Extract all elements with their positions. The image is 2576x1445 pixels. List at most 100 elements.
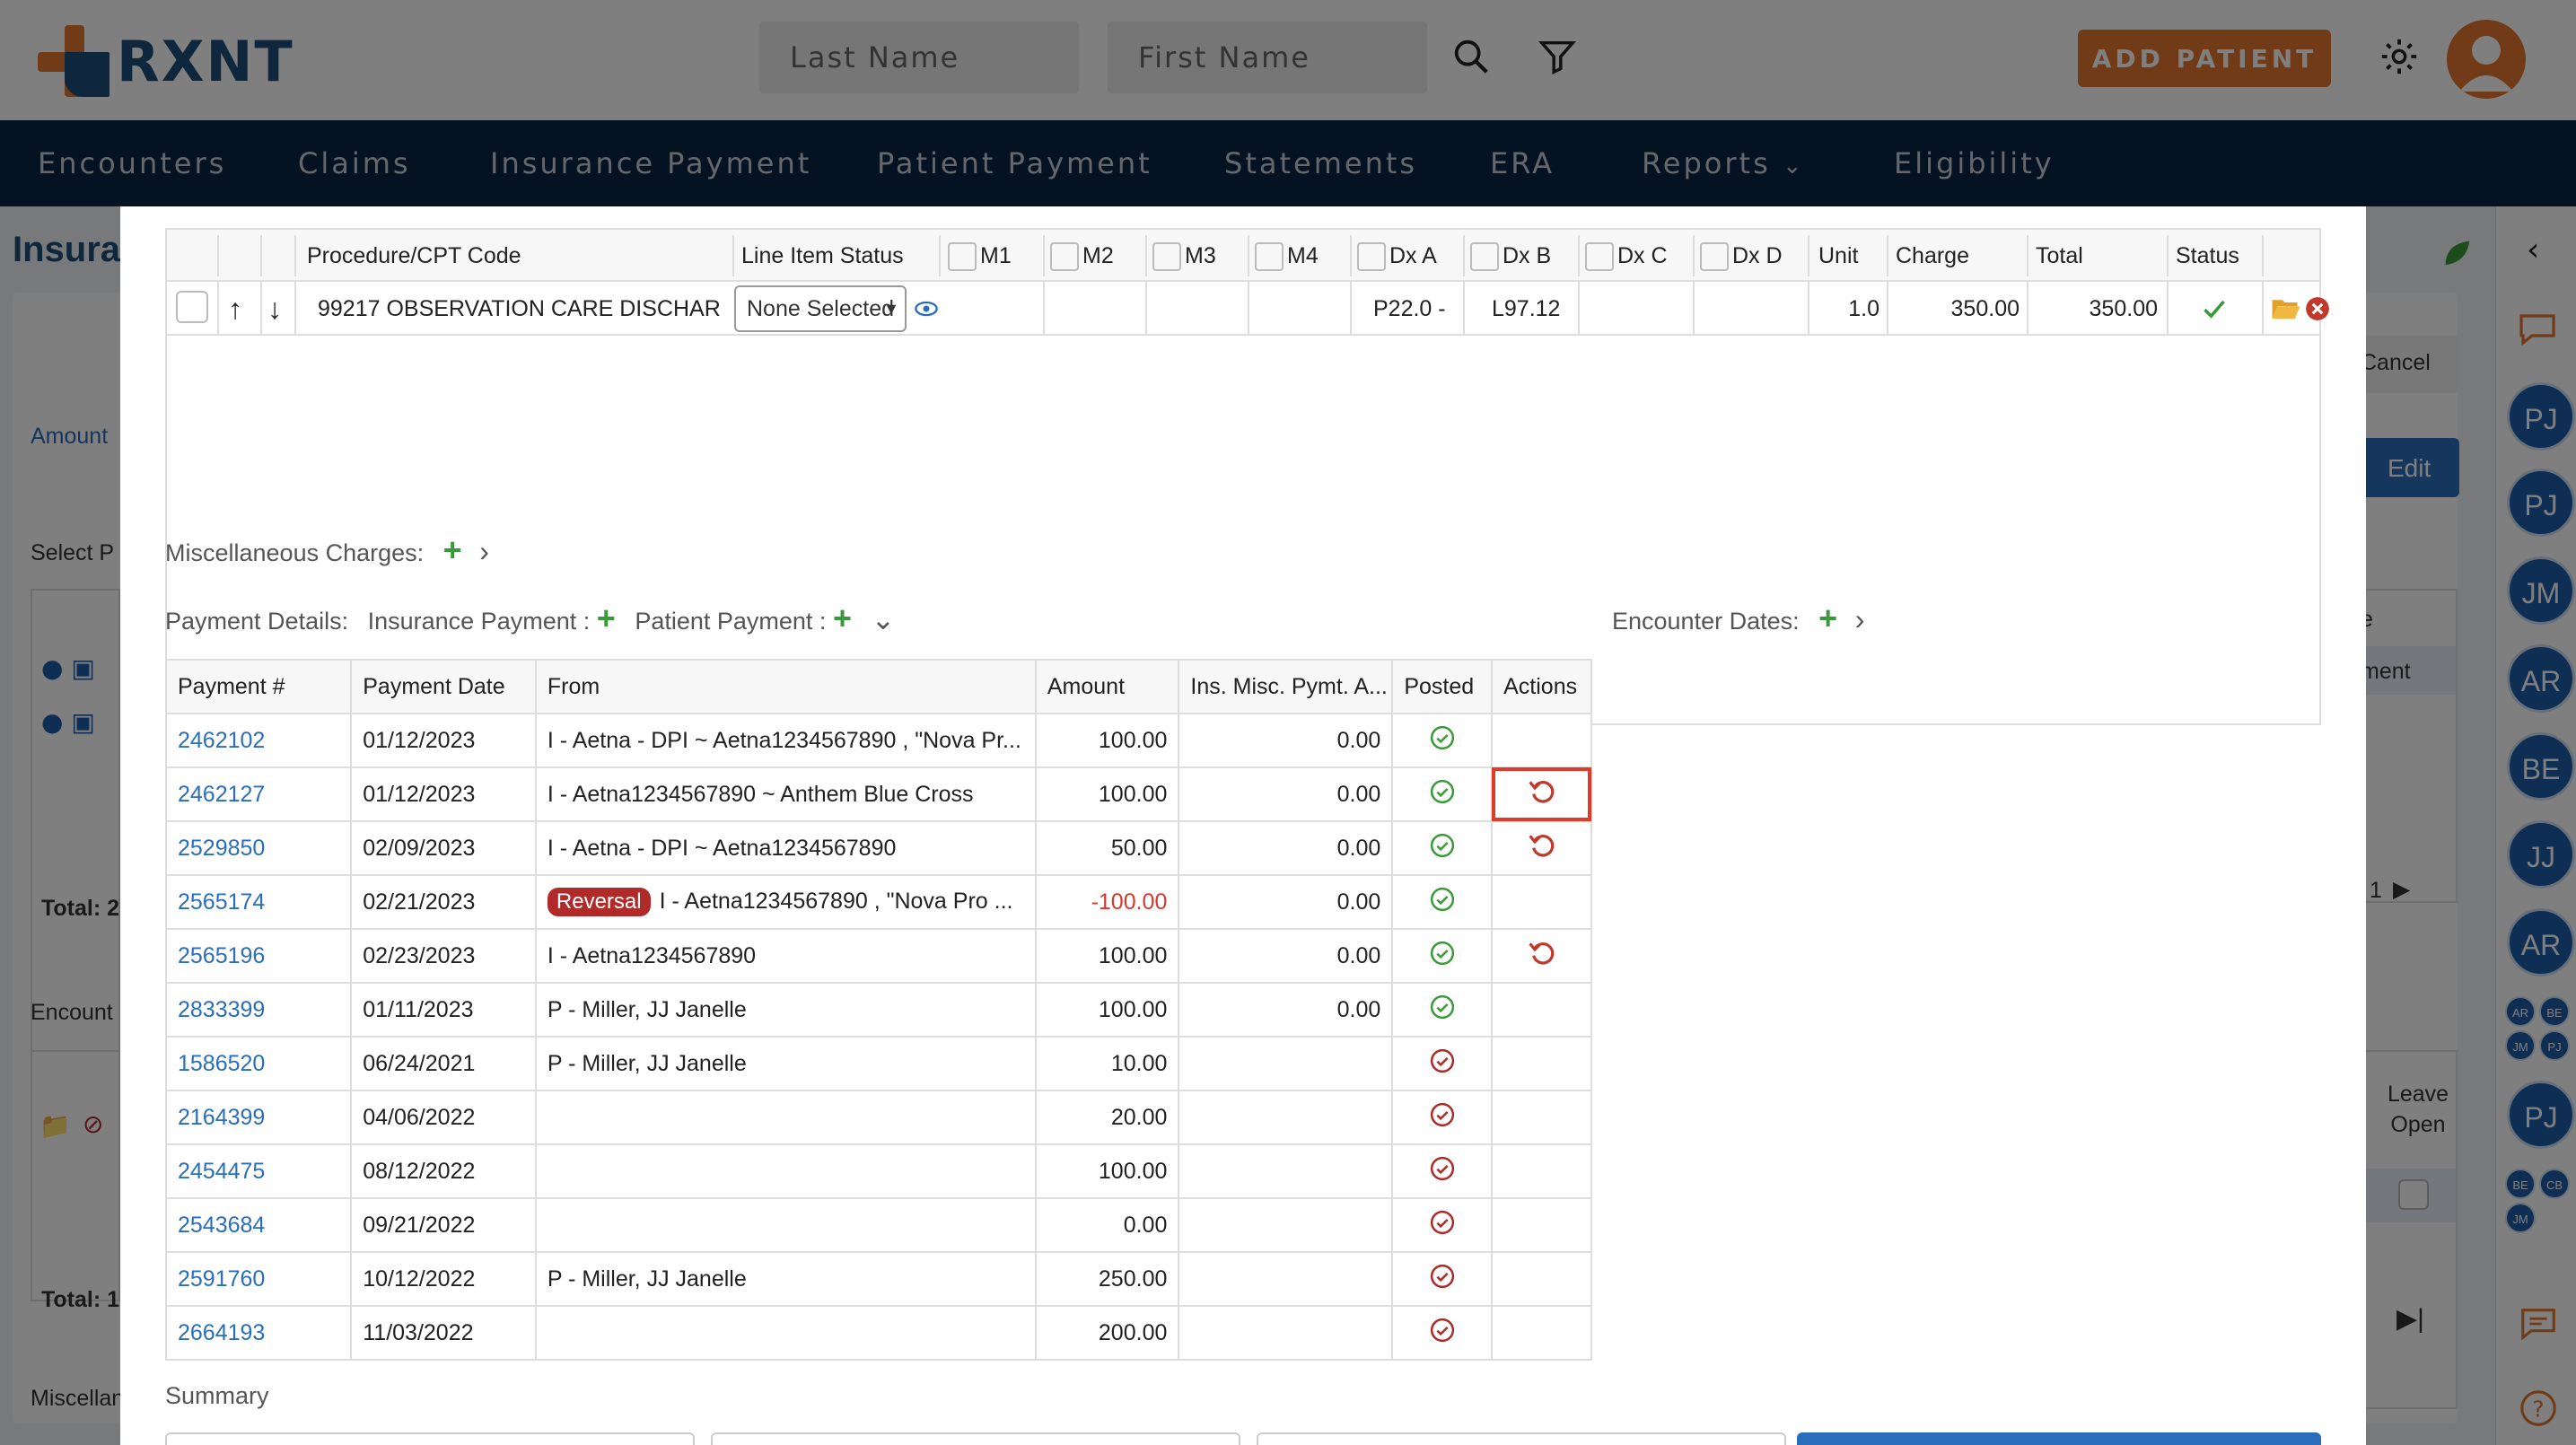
payment-number-link[interactable]: 2164399 — [164, 1090, 353, 1145]
chevron-right-icon[interactable]: › — [479, 535, 489, 567]
payment-actions-cell[interactable] — [1491, 766, 1592, 822]
payment-row[interactable]: 2565196 02/23/2023 I - Aetna1234567890 100.… — [164, 928, 1592, 984]
payment-actions-cell — [1491, 1197, 1592, 1253]
m1-checkbox[interactable] — [948, 242, 977, 272]
col-unit: Unit — [1818, 243, 1859, 268]
payment-number-link[interactable]: 2591760 — [164, 1251, 353, 1307]
col-payment-number[interactable]: Payment # — [164, 659, 353, 714]
folder-open-icon[interactable] — [2271, 296, 2301, 321]
payment-amount: 20.00 — [1034, 1090, 1180, 1145]
encounter-modal: Procedure/CPT Code Line Item Status M1 M… — [120, 206, 2366, 1445]
payment-from: Reversal I - Aetna1234567890 , "Nova Pro … — [534, 874, 1037, 930]
payment-number-link[interactable]: 2565174 — [164, 874, 353, 930]
payments-header-row: Payment # Payment Date From Amount Ins. … — [164, 659, 1592, 714]
eye-icon[interactable] — [914, 298, 939, 320]
payment-row[interactable]: 2664193 11/03/2022 200.00 — [164, 1305, 1592, 1361]
payment-number-link[interactable]: 2454475 — [164, 1143, 353, 1199]
row-select-checkbox[interactable] — [176, 291, 208, 323]
summary-label: Summary — [165, 1382, 269, 1409]
dx-c-checkbox[interactable] — [1585, 242, 1614, 272]
payment-number-link[interactable]: 2529850 — [164, 820, 353, 876]
encounter-dates-section: Encounter Dates: + › — [1612, 600, 1864, 637]
col-posted[interactable]: Posted — [1391, 659, 1494, 714]
payment-row[interactable]: 2565174 02/21/2023 Reversal I - Aetna123456… — [164, 874, 1592, 930]
col-ins-misc-payment[interactable]: Ins. Misc. Pymt. A... — [1178, 659, 1394, 714]
reverse-payment-icon[interactable] — [1528, 777, 1556, 806]
column-divider — [1248, 235, 1249, 276]
procedure-code-value[interactable]: 99217 OBSERVATION CARE DISCHAR — [318, 282, 729, 336]
dx-b-checkbox[interactable] — [1470, 242, 1499, 272]
unit-value[interactable]: 1.0 — [1815, 282, 1879, 336]
column-divider — [294, 235, 296, 276]
chevron-right-icon[interactable]: › — [1855, 603, 1865, 635]
payment-posted-status — [1391, 1036, 1494, 1091]
payment-from — [534, 1305, 1037, 1361]
payment-ins-misc: 0.00 — [1178, 928, 1394, 984]
dx-a-value[interactable]: P22.0 - — [1373, 282, 1459, 336]
m2-checkbox[interactable] — [1050, 242, 1079, 272]
payment-number-link[interactable]: 2833399 — [164, 982, 353, 1038]
payment-row[interactable]: 2833399 01/11/2023 P - Miller, JJ Janelle 1… — [164, 982, 1592, 1038]
col-status: Status — [2176, 243, 2239, 268]
delete-icon[interactable] — [2305, 296, 2330, 321]
col-charge: Charge — [1896, 243, 1969, 268]
move-up-icon[interactable]: ↑ — [228, 282, 242, 336]
payment-from — [534, 1143, 1037, 1199]
m3-checkbox[interactable] — [1152, 242, 1181, 272]
payment-row[interactable]: 2462127 01/12/2023 I - Aetna1234567890 ~ A… — [164, 766, 1592, 822]
add-patient-payment-icon[interactable]: + — [833, 600, 852, 636]
payment-row[interactable]: 2543684 09/21/2022 0.00 — [164, 1197, 1592, 1253]
col-amount[interactable]: Amount — [1034, 659, 1180, 714]
payment-from-text: P - Miller, JJ Janelle — [547, 1265, 747, 1292]
payment-actions-cell — [1491, 1036, 1592, 1091]
dx-a-checkbox[interactable] — [1357, 242, 1386, 272]
payment-actions-cell — [1491, 874, 1592, 930]
line-item-status-select[interactable]: None Selected ▼ — [734, 285, 907, 332]
chevron-down-icon[interactable]: ⌄ — [872, 603, 896, 635]
payment-ins-misc — [1178, 1143, 1394, 1199]
payments-table: Payment # Payment Date From Amount Ins. … — [164, 659, 1592, 1361]
dx-b-value[interactable]: L97.12 — [1492, 282, 1573, 336]
add-insurance-payment-icon[interactable]: + — [597, 600, 616, 636]
col-from[interactable]: From — [534, 659, 1037, 714]
payment-row[interactable]: 1586520 06/24/2021 P - Miller, JJ Janelle 1… — [164, 1036, 1592, 1091]
not-posted-icon — [1430, 1318, 1454, 1342]
column-divider — [1248, 282, 1249, 336]
payment-number-link[interactable]: 1586520 — [164, 1036, 353, 1091]
payment-row[interactable]: 2529850 02/09/2023 I - Aetna - DPI ~ Aetna… — [164, 820, 1592, 876]
dx-d-checkbox[interactable] — [1700, 242, 1729, 272]
payment-number-link[interactable]: 2462102 — [164, 713, 353, 768]
payment-actions-cell — [1491, 713, 1592, 768]
col-dx-b: Dx B — [1470, 230, 1578, 282]
payment-posted-status — [1391, 1251, 1494, 1307]
m4-checkbox[interactable] — [1255, 242, 1284, 272]
column-divider — [1043, 235, 1045, 276]
reverse-payment-icon[interactable] — [1528, 939, 1556, 968]
payment-ins-misc: 0.00 — [1178, 766, 1394, 822]
charge-value[interactable]: 350.00 — [1894, 282, 2020, 336]
not-posted-icon — [1430, 1102, 1454, 1126]
reverse-payment-icon[interactable] — [1528, 831, 1556, 860]
col-payment-date[interactable]: Payment Date — [350, 659, 537, 714]
payment-row[interactable]: 2164399 04/06/2022 20.00 — [164, 1090, 1592, 1145]
add-encounter-date-icon[interactable]: + — [1818, 600, 1837, 636]
add-misc-charge-icon[interactable]: + — [443, 531, 462, 568]
payment-actions-cell — [1491, 1251, 1592, 1307]
payment-ins-misc — [1178, 1036, 1394, 1091]
payment-number-link[interactable]: 2543684 — [164, 1197, 353, 1253]
payment-date: 08/12/2022 — [350, 1143, 537, 1199]
move-down-icon[interactable]: ↓ — [267, 282, 282, 336]
payment-number-link[interactable]: 2462127 — [164, 766, 353, 822]
line-item-row: ↑ ↓ 99217 OBSERVATION CARE DISCHAR None … — [167, 282, 2329, 336]
column-divider — [2027, 282, 2028, 336]
payment-number-link[interactable]: 2565196 — [164, 928, 353, 984]
payment-row[interactable]: 2454475 08/12/2022 100.00 — [164, 1143, 1592, 1199]
payment-row[interactable]: 2591760 10/12/2022 P - Miller, JJ Janelle 2… — [164, 1251, 1592, 1307]
column-divider — [1808, 282, 1809, 336]
payment-number-link[interactable]: 2664193 — [164, 1305, 353, 1361]
payment-actions-cell[interactable] — [1491, 928, 1592, 984]
payment-row[interactable]: 2462102 01/12/2023 I - Aetna - DPI ~ Aetna… — [164, 713, 1592, 768]
payment-actions-cell[interactable] — [1491, 820, 1592, 876]
m2-label: M2 — [1082, 243, 1114, 268]
column-divider — [1693, 282, 1695, 336]
